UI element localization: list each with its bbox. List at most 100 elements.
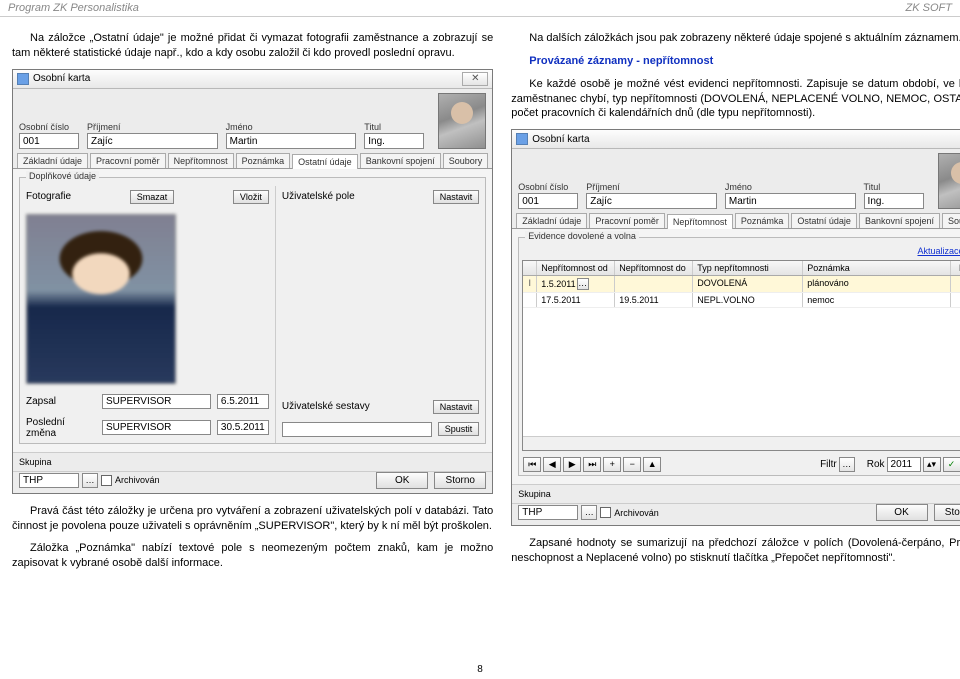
date-picker-button[interactable]: … <box>577 278 589 290</box>
right-p1: Na dalších záložkách jsou pak zobrazeny … <box>511 31 960 46</box>
aktualizace-link[interactable]: Aktualizace dat <box>917 246 960 256</box>
zapsal-date: 6.5.2011 <box>217 394 269 409</box>
skupina-lookup-button[interactable]: … <box>581 505 597 520</box>
col-do[interactable]: Nepřítomnost do <box>615 261 693 275</box>
skupina-input[interactable]: THP <box>19 473 79 488</box>
tab-pozn[interactable]: Poznámka <box>236 153 291 168</box>
archivovan-label: Archivován <box>115 475 160 485</box>
prijmeni-input[interactable]: Zajíc <box>586 193 717 209</box>
cell-pozn[interactable]: plánováno <box>803 276 950 292</box>
skupina-label: Skupina <box>518 489 551 499</box>
rok-spinner[interactable]: ▴▾ <box>923 457 941 472</box>
table-row[interactable]: 17.5.2011 19.5.2011 NEPL.VOLNO nemoc 3 <box>523 293 960 308</box>
group-doplnkove: Doplňkové údaje <box>26 171 99 181</box>
cell-typ[interactable]: DOVOLENÁ <box>693 276 803 292</box>
foto-label: Fotografie <box>26 191 71 202</box>
tab-neprit[interactable]: Nepřítomnost <box>168 153 234 168</box>
nastavit2-button[interactable]: Nastavit <box>433 400 480 414</box>
cell-pozn[interactable]: nemoc <box>803 293 950 307</box>
prijmeni-label: Příjmení <box>586 182 717 192</box>
ok-button[interactable]: OK <box>376 472 428 489</box>
zapsal-value: SUPERVISOR <box>102 394 211 409</box>
nav-first-button[interactable]: ⏮ <box>523 457 541 472</box>
left-window: Osobní karta ✕ Osobní číslo 001 Příjmení… <box>12 69 493 494</box>
tab-pozn[interactable]: Poznámka <box>735 213 790 228</box>
header-left: Program ZK Personalistika <box>8 2 139 14</box>
oscislo-label: Osobní číslo <box>19 122 79 132</box>
cell-dnu[interactable]: 6 <box>951 276 960 292</box>
close-icon[interactable]: ✕ <box>462 72 488 86</box>
jmeno-label: Jméno <box>725 182 856 192</box>
tab-bank[interactable]: Bankovní spojení <box>859 213 940 228</box>
right-p2: Ke každé osobě je možné vést evidenci ne… <box>511 77 960 122</box>
storno-button[interactable]: Storno <box>434 472 486 489</box>
titul-input[interactable]: Ing. <box>364 133 424 149</box>
tab-zaklad[interactable]: Základní údaje <box>516 213 587 228</box>
archivovan-checkbox[interactable] <box>101 475 112 486</box>
nav-add-button[interactable]: + <box>603 457 621 472</box>
left-column: Na záložce „Ostatní údaje" je možné přid… <box>12 31 493 579</box>
window-titlebar-2: Osobní karta ✕ <box>512 130 960 149</box>
cell-typ[interactable]: NEPL.VOLNO <box>693 293 803 307</box>
vlozit-button[interactable]: Vložit <box>233 190 269 204</box>
zmena-value: SUPERVISOR <box>102 420 211 435</box>
filtr-label: Filtr <box>820 459 837 470</box>
skupina-lookup-button[interactable]: … <box>82 473 98 488</box>
ok-button[interactable]: OK <box>876 504 928 521</box>
spustit-button[interactable]: Spustit <box>438 422 480 436</box>
cell-dnu[interactable]: 3 <box>951 293 960 307</box>
nav-del-button[interactable]: − <box>623 457 641 472</box>
right-window: Osobní karta ✕ Osobní číslo 001 Příjmení… <box>511 129 960 526</box>
col-dnu[interactable]: Dnů <box>951 261 960 275</box>
row-marker: I <box>523 276 537 292</box>
tab-soubory[interactable]: Soubory <box>942 213 960 228</box>
filtr-button[interactable]: … <box>839 457 855 472</box>
row-marker <box>523 293 537 307</box>
jmeno-input[interactable]: Martin <box>725 193 856 209</box>
jmeno-input[interactable]: Martin <box>226 133 357 149</box>
tab-ostatni[interactable]: Ostatní údaje <box>791 213 857 228</box>
window-title: Osobní karta <box>33 73 458 84</box>
section-title: Provázané záznamy - nepřítomnost <box>511 54 960 69</box>
prijmeni-input[interactable]: Zajíc <box>87 133 218 149</box>
right-column: Na dalších záložkách jsou pak zobrazeny … <box>511 31 960 579</box>
titul-label: Titul <box>364 122 424 132</box>
tab-pomer[interactable]: Pracovní poměr <box>589 213 665 228</box>
tab-ostatni[interactable]: Ostatní údaje <box>292 154 358 169</box>
oscislo-input[interactable]: 001 <box>518 193 578 209</box>
titul-input[interactable]: Ing. <box>864 193 924 209</box>
confirm-button[interactable]: ✓ <box>943 457 960 472</box>
page-header: Program ZK Personalistika ZK SOFT <box>0 0 960 17</box>
tab-soubory[interactable]: Soubory <box>443 153 489 168</box>
tab-pomer[interactable]: Pracovní poměr <box>90 153 166 168</box>
col-typ[interactable]: Typ nepřítomnosti <box>693 261 803 275</box>
scrollbar-horizontal[interactable] <box>523 436 960 450</box>
tab-zaklad[interactable]: Základní údaje <box>17 153 88 168</box>
cell-do[interactable] <box>615 276 693 292</box>
right-p3: Zapsané hodnoty se sumarizují na předcho… <box>511 536 960 566</box>
table-row[interactable]: I 1.5.2011 … DOVOLENÁ plánováno 6 <box>523 276 960 293</box>
nav-next-button[interactable]: ▶ <box>563 457 581 472</box>
col-od[interactable]: Nepřítomnost od <box>537 261 615 275</box>
nav-prev-button[interactable]: ◀ <box>543 457 561 472</box>
skupina-input[interactable]: THP <box>518 505 578 520</box>
nav-edit-button[interactable]: ▲ <box>643 457 661 472</box>
tab-bank[interactable]: Bankovní spojení <box>360 153 441 168</box>
col-pozn[interactable]: Poznámka <box>803 261 950 275</box>
cell-od[interactable]: 17.5.2011 <box>537 293 615 307</box>
zapsal-label: Zapsal <box>26 396 96 407</box>
nav-last-button[interactable]: ⏭ <box>583 457 601 472</box>
storno-button[interactable]: Storno <box>934 504 960 521</box>
archivovan-label: Archivován <box>614 508 659 518</box>
sestavy-label: Uživatelské sestavy <box>282 401 370 412</box>
oscislo-input[interactable]: 001 <box>19 133 79 149</box>
left-p3: Záložka „Poznámka" nabízí textové pole s… <box>12 541 493 571</box>
smazat-button[interactable]: Smazat <box>130 190 175 204</box>
cell-do[interactable]: 19.5.2011 <box>615 293 693 307</box>
archivovan-checkbox[interactable] <box>600 507 611 518</box>
nastavit-button[interactable]: Nastavit <box>433 190 480 204</box>
rok-input[interactable]: 2011 <box>887 457 921 472</box>
sestavy-combo[interactable] <box>282 422 432 437</box>
tab-neprit[interactable]: Nepřítomnost <box>667 214 733 229</box>
cell-od[interactable]: 1.5.2011 <box>541 279 575 289</box>
